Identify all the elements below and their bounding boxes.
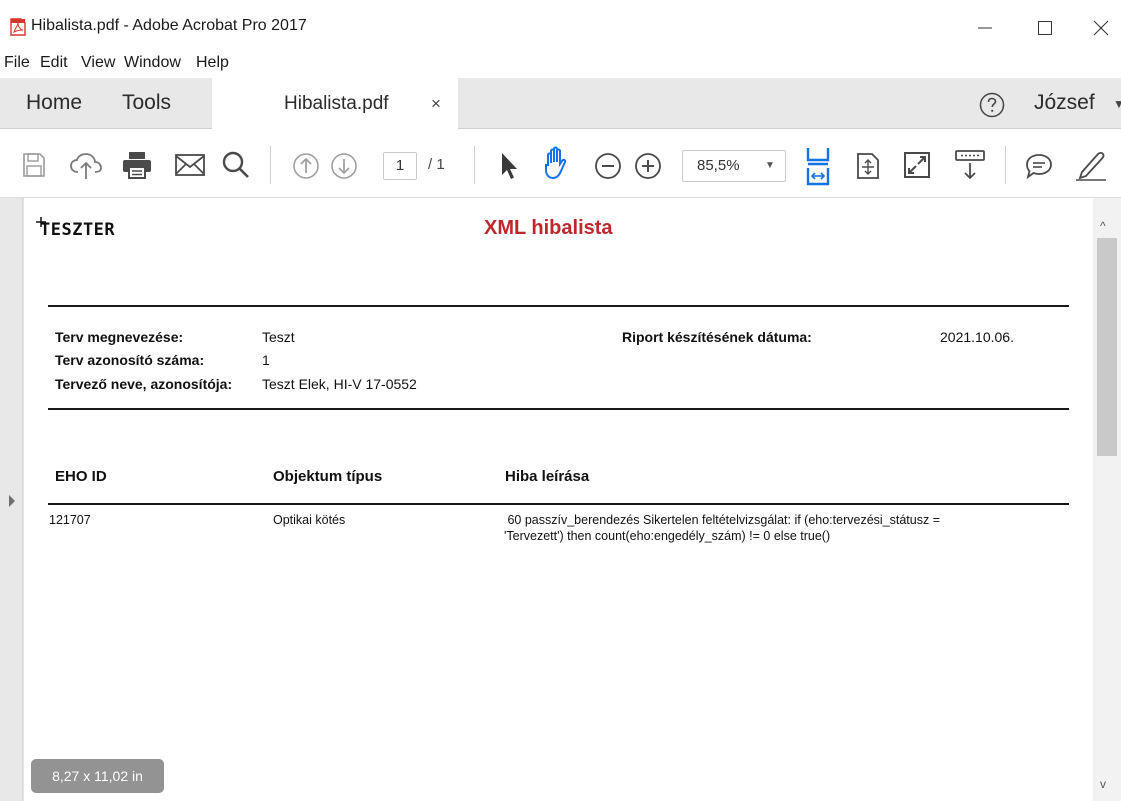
maximize-icon xyxy=(1038,21,1052,35)
cell-error-description-line1: 60 passzív_berendezés Sikertelen feltéte… xyxy=(504,513,940,527)
save-icon[interactable] xyxy=(22,152,46,178)
report-date-label: Riport készítésének dátuma: xyxy=(622,329,812,345)
print-icon[interactable] xyxy=(121,150,153,180)
acrobat-pdf-icon xyxy=(10,18,26,36)
info-divider xyxy=(48,408,1069,410)
toolbar-divider xyxy=(1005,146,1006,184)
column-header-eho-id: EHO ID xyxy=(55,468,107,485)
upload-cloud-icon[interactable] xyxy=(69,152,103,180)
acrobat-window: Hibalista.pdf - Adobe Acrobat Pro 2017 F… xyxy=(0,0,1121,801)
menu-bar: File Edit View Window Help xyxy=(0,50,1121,78)
chevron-down-icon: ▼ xyxy=(765,160,775,171)
fit-page-width-icon[interactable] xyxy=(804,146,832,186)
plan-name-label: Terv megnevezése: xyxy=(55,329,184,345)
search-icon[interactable] xyxy=(221,150,251,180)
scrolling-mode-icon[interactable] xyxy=(954,149,986,181)
scroll-up-icon[interactable]: ^ xyxy=(1100,219,1106,233)
cell-object-type: Optikai kötés xyxy=(273,513,346,527)
title-bar: Hibalista.pdf - Adobe Acrobat Pro 2017 xyxy=(0,0,1121,50)
close-icon xyxy=(1093,20,1109,36)
full-screen-icon[interactable] xyxy=(903,151,931,179)
comment-icon[interactable] xyxy=(1024,152,1054,180)
cell-error-description-line2: 'Tervezett') then count(eho:engedély_szá… xyxy=(504,529,831,543)
hand-tool-icon[interactable] xyxy=(540,145,574,181)
menu-view[interactable]: View xyxy=(81,54,115,72)
header-divider xyxy=(48,305,1069,307)
zoom-in-icon[interactable] xyxy=(634,152,662,180)
menu-help[interactable]: Help xyxy=(196,54,229,72)
email-icon[interactable] xyxy=(174,153,206,177)
toolbar-divider xyxy=(474,146,475,184)
cell-eho-id: 121707 xyxy=(49,513,91,527)
designer-label: Tervező neve, azonosítója: xyxy=(55,376,233,392)
scroll-down-icon[interactable]: v xyxy=(1100,777,1106,791)
page-number-input[interactable]: 1 xyxy=(383,152,417,180)
chevron-down-icon[interactable]: ▼ xyxy=(1113,97,1121,111)
menu-edit[interactable]: Edit xyxy=(40,54,68,72)
designer-value: Teszt Elek, HI-V 17-0552 xyxy=(262,376,417,392)
plan-id-value: 1 xyxy=(262,352,270,368)
page-size-badge: 8,27 x 11,02 in xyxy=(31,759,164,793)
highlight-pen-icon[interactable] xyxy=(1074,148,1108,182)
menu-file[interactable]: File xyxy=(4,54,30,72)
minimize-icon xyxy=(978,27,992,29)
tab-document[interactable]: Hibalista.pdf × xyxy=(212,78,458,129)
expand-panel-arrow-icon[interactable] xyxy=(8,494,16,508)
document-tab-label: Hibalista.pdf xyxy=(284,93,389,114)
table-header-divider xyxy=(48,503,1069,505)
zoom-level-value: 85,5% xyxy=(697,157,740,174)
column-header-object-type: Objektum típus xyxy=(273,468,383,485)
plan-name-value: Teszt xyxy=(262,329,295,345)
close-tab-button[interactable]: × xyxy=(431,94,441,114)
previous-page-icon[interactable] xyxy=(292,152,320,180)
next-page-icon[interactable] xyxy=(330,152,358,180)
zoom-out-icon[interactable] xyxy=(594,152,622,180)
zoom-level-select[interactable]: 85,5% ▼ xyxy=(682,150,786,182)
tab-tools[interactable]: Tools xyxy=(122,91,171,115)
pdf-page xyxy=(24,198,1093,801)
tab-home[interactable]: Home xyxy=(26,91,82,115)
menu-window[interactable]: Window xyxy=(124,54,181,72)
select-pointer-icon[interactable] xyxy=(498,151,520,181)
logo-wordmark: TESZTER xyxy=(40,220,115,239)
user-account-name[interactable]: József xyxy=(1034,91,1095,115)
teszter-logo: TESZTER xyxy=(35,217,175,244)
report-date-value: 2021.10.06. xyxy=(940,329,1014,345)
tab-bar: Home Tools Hibalista.pdf × xyxy=(0,78,1121,129)
window-title: Hibalista.pdf - Adobe Acrobat Pro 2017 xyxy=(31,17,307,34)
minimize-button[interactable] xyxy=(962,10,1008,46)
plan-id-label: Terv azonosító száma: xyxy=(55,352,205,368)
maximize-button[interactable] xyxy=(1022,10,1068,46)
fit-visible-icon[interactable] xyxy=(855,151,881,181)
toolbar-divider xyxy=(270,146,271,184)
close-window-button[interactable] xyxy=(1078,10,1121,46)
column-header-error-description: Hiba leírása xyxy=(505,468,590,485)
page-total-label: / 1 xyxy=(428,156,445,173)
teszter-logo-mark: TESZTER xyxy=(36,217,115,240)
document-title: XML hibalista xyxy=(484,217,613,239)
help-icon[interactable] xyxy=(979,92,1005,118)
scrollbar-thumb[interactable] xyxy=(1097,238,1117,456)
